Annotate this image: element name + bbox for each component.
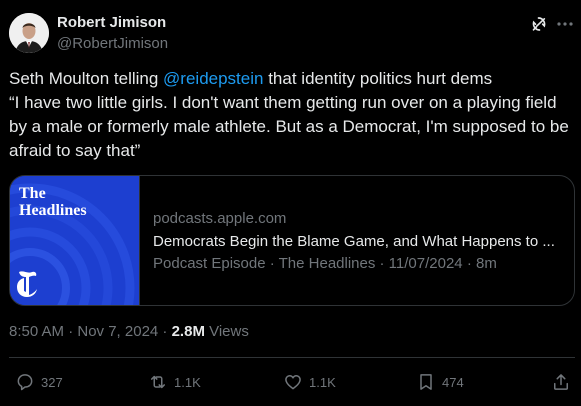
repost-icon [151,375,165,389]
podcast-thumbnail: The Headlines [10,176,140,305]
podcast-thumbnail-title: The Headlines [19,185,87,219]
nyt-logo-icon [17,271,37,297]
reply-button[interactable]: 327 [15,372,63,392]
reply-count: 327 [41,374,63,390]
views-count: 2.8M [171,323,205,340]
reply-icon [17,374,33,391]
mention-link[interactable]: @reidepstein [163,69,263,88]
card-meta: Podcast Episode · The Headlines · 11/07/… [153,255,497,272]
share-button[interactable] [551,372,571,392]
card-title[interactable]: Democrats Begin the Blame Game, and What… [153,233,567,250]
repost-count: 1.1K [174,374,201,390]
bookmark-icon [420,374,432,390]
tweet-text: Seth Moulton telling @reidepstein that i… [9,67,569,163]
grok-icon[interactable] [529,14,549,34]
divider [9,357,575,358]
link-card[interactable]: The Headlines podcasts.apple.com Democra… [9,175,575,306]
timestamp-row: 8:50 AM · Nov 7, 2024 · 2.8M Views [9,323,249,340]
repost-button[interactable]: 1.1K [148,372,201,392]
author-avatar[interactable] [9,13,49,53]
share-icon [554,374,568,390]
more-options-icon[interactable] [554,14,576,34]
like-count: 1.1K [309,374,336,390]
thumb-title-line1: The [19,185,46,202]
author-name[interactable]: Robert Jimison [57,14,166,31]
card-domain: podcasts.apple.com [153,210,287,227]
bookmark-button[interactable]: 474 [416,372,464,392]
author-handle[interactable]: @RobertJimison [57,35,168,52]
like-button[interactable]: 1.1K [283,372,336,392]
views-label: Views [204,323,249,340]
timestamp[interactable]: 8:50 AM · Nov 7, 2024 · [9,323,172,340]
thumb-title-line2: Headlines [19,202,87,219]
bookmark-count: 474 [442,374,464,390]
heart-icon [285,375,301,390]
tweet-text-before: Seth Moulton telling [9,69,164,88]
